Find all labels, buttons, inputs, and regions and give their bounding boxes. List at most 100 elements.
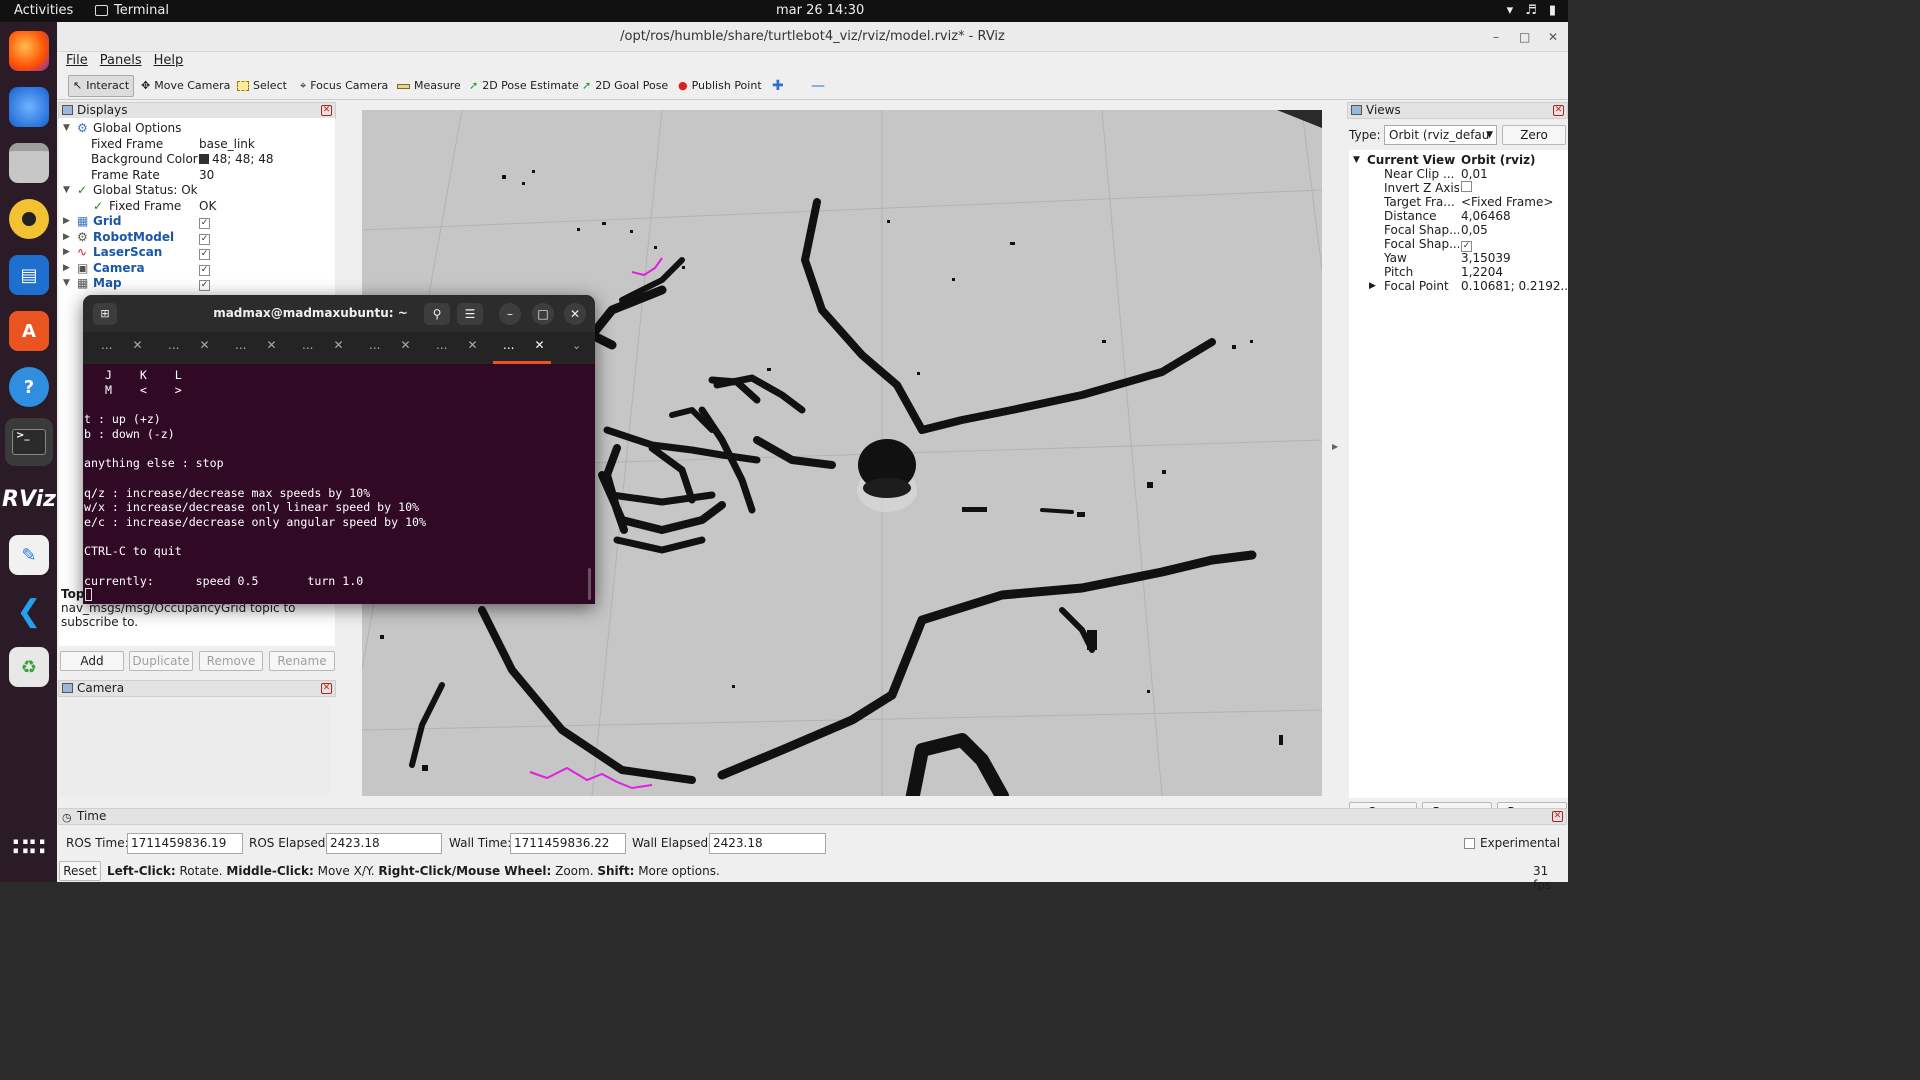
- expand-arrow-icon[interactable]: ▼: [1353, 153, 1360, 167]
- close-icon[interactable]: ✕: [564, 303, 586, 325]
- close-tab-icon[interactable]: ✕: [333, 338, 343, 352]
- close-panel-icon[interactable]: ✕: [321, 105, 332, 116]
- goal-pose-tool[interactable]: ➚ 2D Goal Pose: [578, 75, 672, 97]
- ros-time-field[interactable]: 1711459836.19: [127, 833, 243, 854]
- window-titlebar[interactable]: /opt/ros/humble/share/turtlebot4_viz/rvi…: [57, 22, 1568, 52]
- close-tab-icon[interactable]: ✕: [132, 338, 142, 352]
- focal-shape-fixed-row[interactable]: Focal Shap... ✓: [1349, 237, 1570, 252]
- interact-tool[interactable]: ↖ Interact: [68, 75, 135, 97]
- expand-arrow-icon[interactable]: ▶: [63, 230, 70, 245]
- enabled-checkbox[interactable]: ✓: [199, 276, 210, 291]
- tree-row-camera[interactable]: ▶ ▣ Camera ✓: [59, 261, 335, 276]
- tree-row-status-fixed-frame[interactable]: ✓ Fixed Frame OK: [59, 199, 335, 214]
- terminal-tab[interactable]: ... ✕: [235, 338, 277, 352]
- terminal-headerbar[interactable]: ⊞ madmax@madmaxubuntu: ~ ⚲ ☰ – □ ✕: [83, 295, 595, 332]
- left-splitter-handle[interactable]: ▶: [1332, 442, 1338, 451]
- property-value[interactable]: 30: [199, 168, 214, 183]
- rename-display-button[interactable]: Rename: [269, 651, 335, 671]
- close-tab-icon[interactable]: ✕: [400, 338, 410, 352]
- property-value[interactable]: 48; 48; 48: [199, 152, 274, 167]
- pose-estimate-tool[interactable]: ➚ 2D Pose Estimate: [465, 75, 583, 97]
- add-tool-button[interactable]: ✚: [768, 75, 788, 97]
- thunderbird-icon[interactable]: [9, 87, 49, 127]
- close-panel-icon[interactable]: ✕: [321, 683, 332, 694]
- focused-app-indicator[interactable]: Terminal: [95, 3, 169, 18]
- property-value[interactable]: 4,06468: [1461, 209, 1569, 223]
- help-icon[interactable]: ?: [9, 367, 49, 407]
- tree-row-grid[interactable]: ▶ ▦ Grid ✓: [59, 214, 335, 229]
- tree-row-fixed-frame[interactable]: Fixed Frame base_link: [59, 137, 335, 152]
- writer-icon[interactable]: ▤: [9, 255, 49, 295]
- property-value[interactable]: 3,15039: [1461, 251, 1569, 265]
- terminal-tab-active[interactable]: ... ✕: [503, 338, 545, 352]
- trash-icon[interactable]: ♻: [9, 647, 49, 687]
- terminal-tab[interactable]: ... ✕: [101, 338, 143, 352]
- ros-elapsed-field[interactable]: 2423.18: [326, 833, 442, 854]
- terminal-output[interactable]: J K L M < > t : up (+z) b : down (-z) any…: [84, 368, 589, 589]
- terminal-window[interactable]: ⊞ madmax@madmaxubuntu: ~ ⚲ ☰ – □ ✕ ... ✕ …: [83, 295, 595, 604]
- add-display-button[interactable]: Add: [60, 651, 124, 671]
- expand-arrow-icon[interactable]: ▶: [1369, 279, 1376, 293]
- close-panel-icon[interactable]: ✕: [1552, 811, 1563, 822]
- enabled-checkbox[interactable]: ✓: [199, 245, 210, 260]
- pitch-row[interactable]: Pitch 1,2204: [1349, 265, 1570, 279]
- maximize-icon[interactable]: □: [532, 303, 554, 325]
- menu-panels[interactable]: Panels: [100, 52, 142, 72]
- target-frame-row[interactable]: Target Fra... <Fixed Frame>: [1349, 195, 1570, 209]
- terminal-tab[interactable]: ... ✕: [168, 338, 210, 352]
- expand-arrow-icon[interactable]: ▼: [63, 276, 70, 291]
- publish-point-tool[interactable]: ● Publish Point: [674, 75, 766, 97]
- close-tab-icon[interactable]: ✕: [467, 338, 477, 352]
- close-tab-icon[interactable]: ✕: [199, 338, 209, 352]
- zero-button[interactable]: Zero: [1502, 125, 1566, 145]
- app-center-icon[interactable]: A: [9, 311, 49, 351]
- terminal-tab[interactable]: ... ✕: [302, 338, 344, 352]
- app-grid-icon[interactable]: ∷∷: [9, 827, 49, 867]
- close-tab-icon[interactable]: ✕: [534, 338, 544, 352]
- focal-shape-size-row[interactable]: Focal Shap... 0,05: [1349, 223, 1570, 237]
- expand-arrow-icon[interactable]: ▼: [63, 183, 70, 198]
- invert-z-row[interactable]: Invert Z Axis: [1349, 181, 1570, 195]
- tree-row-map[interactable]: ▼ ▦ Map ✓: [59, 276, 335, 291]
- measure-tool[interactable]: Measure: [393, 75, 465, 97]
- activities-button[interactable]: Activities: [14, 3, 73, 18]
- views-tree[interactable]: ▼ Current View Orbit (rviz) Near Clip ..…: [1349, 150, 1570, 798]
- property-value[interactable]: <Fixed Frame>: [1461, 195, 1569, 209]
- property-value[interactable]: 0.10681; 0.2192...: [1461, 279, 1569, 293]
- enabled-checkbox[interactable]: ✓: [199, 230, 210, 245]
- terminal-icon[interactable]: >_: [5, 418, 53, 466]
- files-icon[interactable]: [9, 143, 49, 183]
- system-tray[interactable]: ▾ ♬ ▮: [1507, 3, 1556, 18]
- focal-shape-checkbox[interactable]: ✓: [1461, 237, 1569, 252]
- tree-row-background-color[interactable]: Background Color 48; 48; 48: [59, 152, 335, 167]
- hamburger-menu-icon[interactable]: ☰: [457, 303, 483, 325]
- enabled-checkbox[interactable]: ✓: [199, 214, 210, 229]
- move-camera-tool[interactable]: ✥ Move Camera: [137, 75, 234, 97]
- vscode-icon[interactable]: ❮: [9, 591, 49, 631]
- rhythmbox-icon[interactable]: [9, 199, 49, 239]
- property-value[interactable]: 0,05: [1461, 223, 1569, 237]
- focal-point-row[interactable]: ▶ Focal Point 0.10681; 0.2192...: [1349, 279, 1570, 293]
- rviz-icon[interactable]: RViz: [2, 479, 56, 519]
- expand-arrow-icon[interactable]: ▶: [63, 214, 70, 229]
- close-panel-icon[interactable]: ✕: [1553, 105, 1564, 116]
- property-value[interactable]: 0,01: [1461, 167, 1569, 181]
- tree-row-global-options[interactable]: ▼ ⚙ Global Options: [59, 121, 335, 136]
- minimize-button[interactable]: –: [1493, 22, 1499, 52]
- tree-row-laser-scan[interactable]: ▶ ∿ LaserScan ✓: [59, 245, 335, 260]
- text-editor-icon[interactable]: ✎: [9, 535, 49, 575]
- tree-row-global-status[interactable]: ▼ ✓ Global Status: Ok: [59, 183, 335, 198]
- menu-file[interactable]: File: [66, 52, 88, 72]
- tree-row-robot-model[interactable]: ▶ ⚙ RobotModel ✓: [59, 230, 335, 245]
- close-window-button[interactable]: ✕: [1548, 22, 1558, 52]
- search-icon[interactable]: ⚲: [424, 303, 450, 325]
- remove-tool-button[interactable]: —: [807, 75, 829, 97]
- view-type-select[interactable]: Orbit (rviz_defau ▼: [1384, 125, 1497, 145]
- terminal-tab[interactable]: ... ✕: [369, 338, 411, 352]
- wall-time-field[interactable]: 1711459836.22: [510, 833, 626, 854]
- select-tool[interactable]: Select: [233, 75, 291, 97]
- expand-arrow-icon[interactable]: ▼: [63, 121, 70, 136]
- tab-overflow-chevron-icon[interactable]: ⌄: [572, 339, 581, 352]
- yaw-row[interactable]: Yaw 3,15039: [1349, 251, 1570, 265]
- expand-arrow-icon[interactable]: ▶: [63, 261, 70, 276]
